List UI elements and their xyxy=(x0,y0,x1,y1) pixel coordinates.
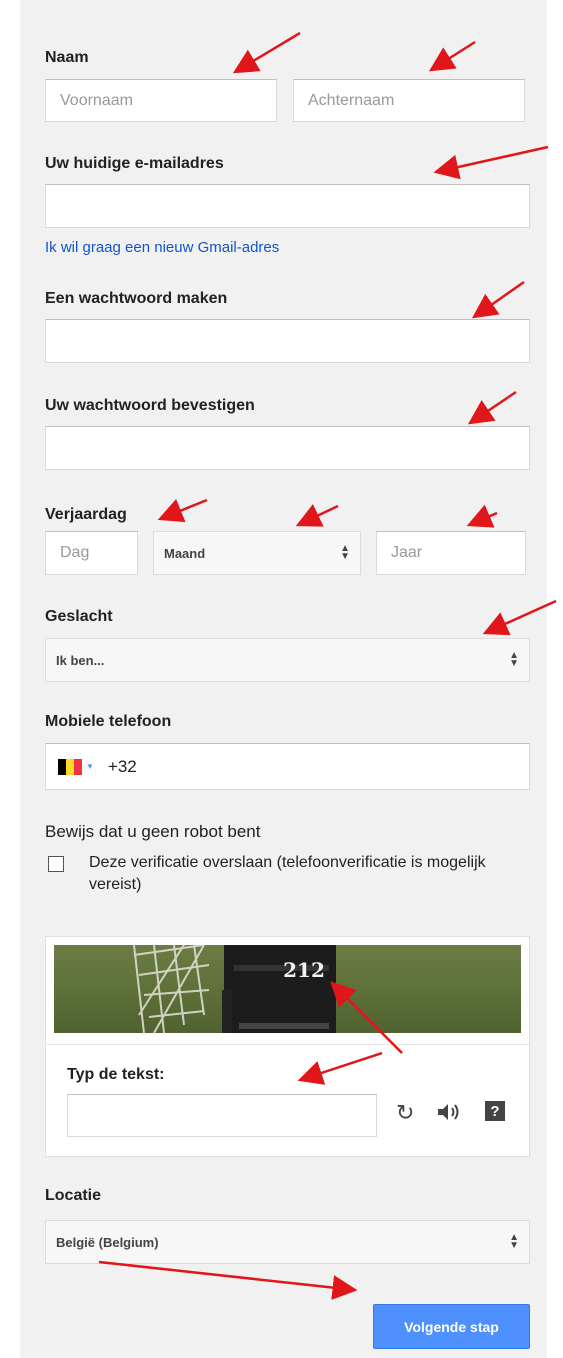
last-name-input[interactable]: Achternaam xyxy=(293,79,525,122)
create-password-label: Een wachtwoord maken xyxy=(45,290,228,307)
country-dropdown-icon[interactable]: ▼ xyxy=(86,762,94,771)
birthday-day-placeholder: Dag xyxy=(60,544,90,561)
captcha-text: 212 xyxy=(283,958,325,982)
birthday-day-input[interactable]: Dag xyxy=(45,531,138,575)
last-name-placeholder: Achternaam xyxy=(308,91,395,109)
new-gmail-link[interactable]: Ik wil graag een nieuw Gmail-adres xyxy=(45,239,279,256)
location-value: België (Belgium) xyxy=(56,1234,159,1250)
captcha-image: 212 xyxy=(54,945,521,1033)
captcha-scene: 212 xyxy=(133,945,336,1033)
phone-label: Mobiele telefoon xyxy=(45,713,172,730)
location-label: Locatie xyxy=(45,1187,102,1204)
phone-input[interactable]: ▼ +32 xyxy=(45,743,530,790)
confirm-password-input[interactable] xyxy=(45,426,530,470)
email-label: Uw huidige e-mailadres xyxy=(45,155,224,172)
refresh-icon[interactable]: ↻ xyxy=(396,1100,414,1126)
skip-verification-text: Deze verificatie overslaan (telefoonveri… xyxy=(89,854,486,893)
robot-label: Bewijs dat u geen robot bent xyxy=(45,822,261,841)
select-arrows-icon: ▲ ▼ xyxy=(509,1232,519,1251)
country-code: +32 xyxy=(107,756,137,776)
select-arrows-icon: ▲ ▼ xyxy=(509,650,519,669)
password-input[interactable] xyxy=(45,319,530,363)
captcha-input[interactable] xyxy=(67,1094,377,1137)
select-arrows-icon: ▲ ▼ xyxy=(340,543,350,562)
email-input[interactable] xyxy=(45,184,530,228)
country-flag-icon[interactable] xyxy=(58,758,82,775)
birthday-year-placeholder: Jaar xyxy=(391,544,423,561)
confirm-password-label: Uw wachtwoord bevestigen xyxy=(45,397,255,414)
next-step-button[interactable]: Volgende stap xyxy=(373,1304,530,1349)
help-icon[interactable]: ? xyxy=(485,1101,505,1121)
captcha-divider xyxy=(46,1044,529,1045)
captcha-type-label: Typ de tekst: xyxy=(67,1066,165,1083)
gender-label: Geslacht xyxy=(45,608,113,625)
birthday-month-value: Maand xyxy=(164,545,206,561)
birthday-month-select[interactable]: Maand ▲ ▼ xyxy=(153,531,361,575)
first-name-input[interactable]: Voornaam xyxy=(45,79,277,122)
birthday-year-input[interactable]: Jaar xyxy=(376,531,526,575)
audio-icon[interactable] xyxy=(436,1101,462,1128)
gender-select[interactable]: Ik ben... ▲ ▼ xyxy=(45,638,530,682)
name-label: Naam xyxy=(45,49,89,66)
speaker-shape xyxy=(438,1104,459,1120)
location-select[interactable]: België (Belgium) ▲ ▼ xyxy=(45,1220,530,1264)
skip-verification-checkbox[interactable] xyxy=(48,856,64,872)
gender-value: Ik ben... xyxy=(56,652,105,668)
first-name-placeholder: Voornaam xyxy=(60,91,133,109)
birthday-label: Verjaardag xyxy=(45,506,127,523)
